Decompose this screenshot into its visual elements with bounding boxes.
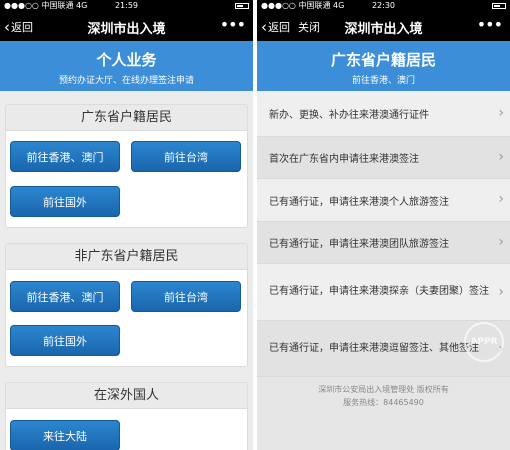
list-item-label: 已有通行证，申请往来港澳团队旅游签注 [269, 239, 449, 250]
page-banner: 个人业务 预约办证大厅、在线办理签注申请 [0, 41, 253, 91]
banner-title: 个人业务 [96, 51, 157, 69]
left-screen: ●●●○○ 中国联通 4G 21:59 ‹返回 深圳市出入境 ••• 个人业务 … [0, 0, 253, 450]
to-mainland-button[interactable]: 来往大陆 [10, 420, 120, 450]
nav-bar: ‹返回 关闭 深圳市出入境 ••• [257, 11, 510, 41]
banner-subtitle: 前往香港、澳门 [351, 76, 415, 86]
list-item-label: 首次在广东省内申请往来港澳签注 [269, 154, 419, 165]
list-item[interactable]: 已有通行证，申请往来港澳个人旅游签注 › [257, 179, 510, 222]
list-item[interactable]: 已有通行证，申请往来港澳团队旅游签注 › [257, 222, 510, 264]
chevron-right-icon: › [498, 104, 504, 121]
banner-title: 广东省户籍居民 [330, 51, 436, 69]
go-taiwan-button[interactable]: 前往台湾 [131, 141, 241, 172]
chevron-right-icon: › [498, 233, 504, 250]
nav-title: 深圳市出入境 [344, 22, 423, 37]
chevron-right-icon: › [498, 284, 504, 300]
chevron-right-icon: › [498, 191, 504, 207]
status-time: 22:30 [371, 1, 396, 10]
section-title: 非广东省户籍居民 [6, 244, 247, 270]
more-icon[interactable]: ••• [220, 15, 246, 34]
status-time: 21:59 [114, 1, 139, 10]
go-abroad-button[interactable]: 前往国外 [10, 186, 120, 217]
right-screen: ●●●○○ 中国联通 4G 22:30 ‹返回 关闭 深圳市出入境 ••• 广东省… [257, 0, 510, 450]
list-item-label: 已有通行证，申请往来港澳个人旅游签注 [269, 196, 449, 208]
section-title: 广东省户籍居民 [6, 105, 247, 131]
battery-icon [490, 0, 506, 11]
list-item[interactable]: 已有通行证，申请往来港澳探亲（夫妻团聚）签注 › [257, 264, 510, 321]
watermark-logo: APPR [464, 322, 504, 362]
footer-hotline: 服务热线：84465490 [343, 398, 424, 407]
go-hk-macau-button[interactable]: 前往香港、澳门 [10, 281, 120, 312]
go-taiwan-button[interactable]: 前往台湾 [131, 281, 241, 312]
battery-icon [233, 0, 249, 11]
list-item[interactable]: 首次在广东省内申请往来港澳签注 › [257, 137, 510, 179]
nav-bar: ‹返回 深圳市出入境 ••• [0, 11, 253, 41]
list-item[interactable]: 新办、更换、补办往来港澳通行证件 › [257, 91, 510, 137]
section-title: 在深外国人 [6, 383, 247, 409]
more-icon[interactable]: ••• [477, 15, 503, 34]
go-abroad-button[interactable]: 前往国外 [10, 325, 120, 356]
banner-subtitle: 预约办证大厅、在线办理签注申请 [58, 76, 194, 86]
nav-title: 深圳市出入境 [87, 22, 166, 37]
list-item-label: 新办、更换、补办往来港澳通行证件 [269, 110, 429, 121]
status-bar: ●●●○○ 中国联通 4G 22:30 [257, 0, 510, 11]
list-item-label: 已有通行证，申请往来港澳逗留签注、其他签注 [269, 342, 479, 354]
list-item-label: 已有通行证，申请往来港澳探亲（夫妻团聚）签注 [269, 286, 489, 297]
footer-copyright: 深圳市公安局出入境管理处 版权所有 [318, 385, 449, 394]
page-banner: 广东省户籍居民 前往香港、澳门 [257, 41, 510, 91]
chevron-right-icon: › [498, 148, 504, 165]
status-bar: ●●●○○ 中国联通 4G 21:59 [0, 0, 253, 11]
go-hk-macau-button[interactable]: 前往香港、澳门 [10, 141, 120, 172]
